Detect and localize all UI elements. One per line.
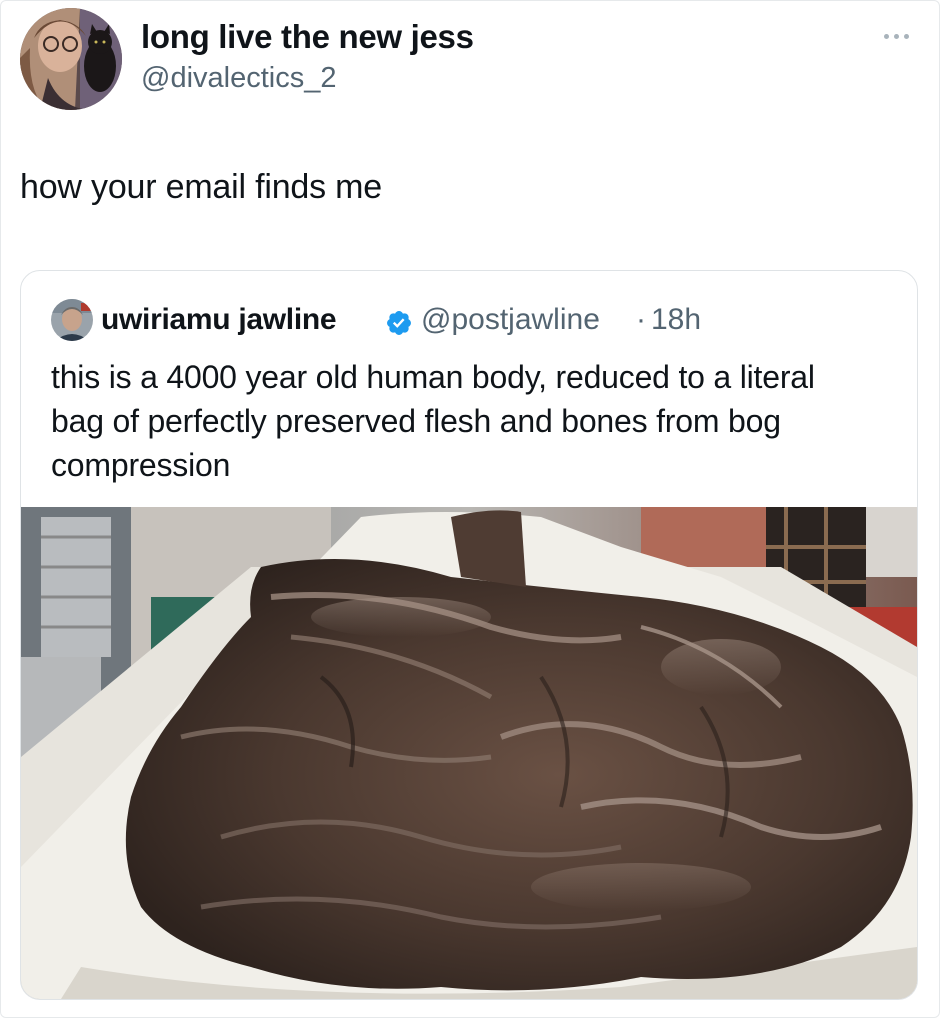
quoted-author-handle[interactable]: @postjawline [421,303,600,337]
more-options-icon[interactable] [876,26,916,46]
author-avatar-image [20,8,122,110]
verified-badge-icon [387,311,411,335]
author-avatar[interactable] [20,8,122,110]
quoted-author-display-name[interactable]: uwiriamu jawline [101,303,337,337]
author-handle[interactable]: @divalectics_2 [141,62,336,95]
bog-body-photo-image [21,507,917,999]
quoted-avatar-image [51,299,93,341]
quoted-tweet-photo[interactable] [21,507,917,999]
dot [893,33,899,39]
tweet-text: how your email finds me [20,168,382,206]
separator-dot: · [636,303,646,336]
dot [883,33,889,39]
dot [903,33,909,39]
quoted-tweet-text: this is a 4000 year old human body, redu… [51,359,815,483]
author-display-name[interactable]: long live the new jess [141,18,474,56]
quoted-timestamp[interactable]: 18h [651,303,701,337]
quoted-author-avatar[interactable] [51,299,93,341]
quoted-tweet-card[interactable]: uwiriamu jawline @postjawline · 18h this… [20,270,918,1000]
